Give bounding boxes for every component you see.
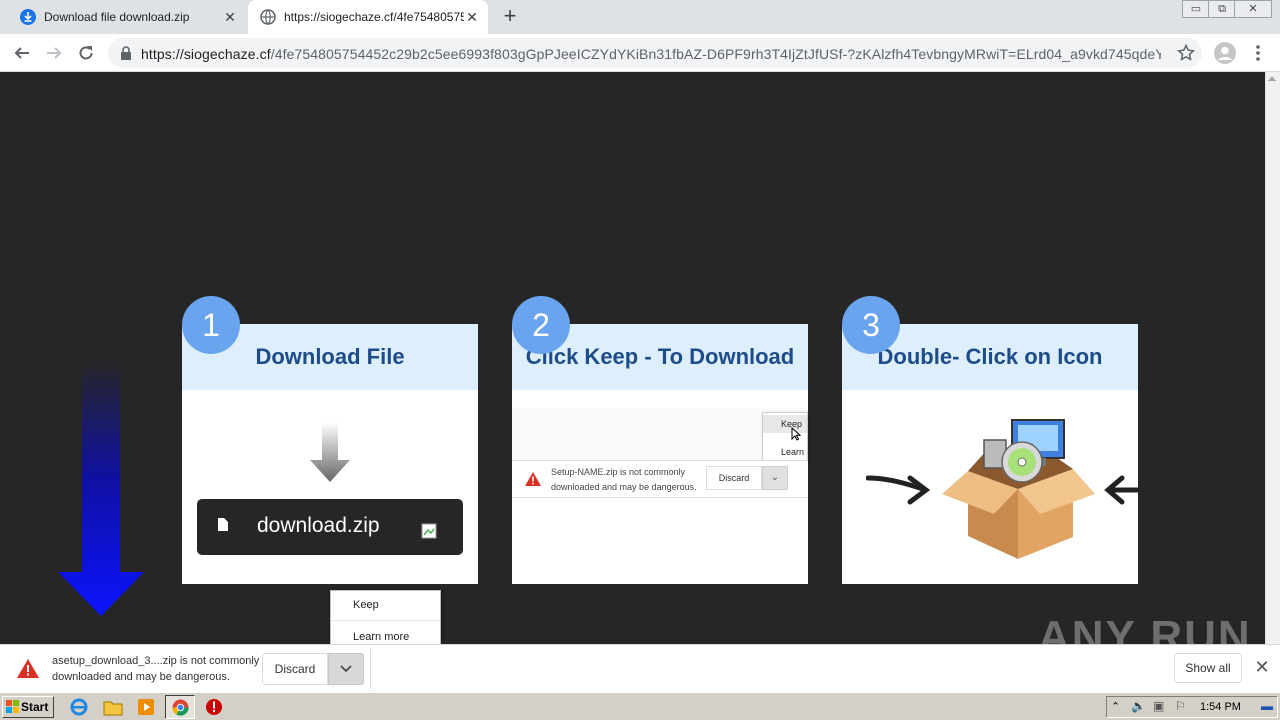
address-bar[interactable]: https://siogechaze.cf/4fe754805754452c29… (108, 38, 1202, 68)
download-warning-text: asetup_download_3....zip is not commonly… (52, 653, 262, 685)
forward-button[interactable] (42, 41, 66, 65)
scroll-up-arrow-icon[interactable] (1268, 76, 1276, 81)
show-all-button[interactable]: Show all (1174, 653, 1242, 683)
download-arrow-icon (310, 422, 350, 482)
kebab-menu-icon (1256, 45, 1260, 61)
tab-title: Download file download.zip (44, 10, 190, 24)
bookmark-star-button[interactable] (1174, 41, 1198, 65)
close-download-shelf-icon[interactable]: ✕ (1252, 657, 1272, 677)
stop-sign-icon[interactable] (203, 697, 225, 717)
installer-box-icon (942, 419, 1095, 559)
tab-title: https://siogechaze.cf/4fe754805754452 (284, 10, 464, 24)
tab-siogechaze[interactable]: https://siogechaze.cf/4fe754805754452 ✕ (248, 0, 488, 34)
left-pointing-arrow-icon (1104, 475, 1138, 505)
tray-expand-icon[interactable]: ⌃ (1111, 700, 1120, 713)
download-file-label: download.zip (257, 514, 380, 537)
menu-divider (331, 620, 440, 621)
step-card-double-click: Double- Click on Icon (842, 324, 1138, 584)
menu-button[interactable] (1246, 41, 1270, 65)
media-player-icon[interactable] (135, 697, 157, 717)
mini-discard-button: Discard (706, 466, 762, 490)
globe-icon (260, 9, 276, 25)
divider (370, 649, 371, 689)
tab-download-file[interactable]: Download file download.zip ✕ (8, 0, 246, 34)
back-button[interactable] (10, 41, 34, 65)
tab-strip: Download file download.zip ✕ https://sio… (0, 0, 1280, 34)
close-tab-icon[interactable]: ✕ (464, 9, 480, 25)
lock-icon (121, 46, 131, 60)
step-card-download-file: Download File download.zip (182, 324, 478, 584)
internet-explorer-icon[interactable] (68, 697, 90, 717)
warning-line-1: asetup_download_3....zip is not commonly (52, 655, 260, 667)
forward-arrow-icon (47, 47, 62, 59)
broken-image-icon (421, 523, 437, 539)
download-options-button[interactable] (328, 653, 364, 685)
download-shelf: asetup_download_3....zip is not commonly… (0, 644, 1280, 692)
new-tab-button[interactable]: + (498, 5, 522, 29)
avatar-icon (1214, 42, 1236, 64)
step-card-click-keep: Click Keep - To Download Keep Learn m Se… (512, 324, 808, 584)
right-pointing-arrow-icon (866, 475, 930, 505)
chrome-taskbar-button[interactable] (165, 695, 195, 719)
back-arrow-icon (14, 47, 29, 59)
windows-logo-icon (6, 700, 19, 713)
step-number-badge: 3 (842, 296, 900, 354)
url-path: /4fe754805754452c29b2c5ee6993f803gGpPJee… (270, 46, 1161, 62)
cursor-icon (791, 427, 801, 441)
star-icon (1177, 44, 1195, 61)
warning-triangle-icon (17, 659, 39, 678)
download-file-button[interactable]: download.zip (197, 499, 463, 555)
mini-context-menu: Keep Learn m (762, 412, 808, 462)
warning-line-2: downloaded and may be dangerous. (52, 671, 230, 683)
down-arrow-icon (58, 362, 144, 616)
start-label: Start (21, 700, 49, 714)
download-context-menu: Keep Learn more (330, 590, 441, 650)
step-number-badge: 2 (512, 296, 570, 354)
url-text: https://siogechaze.cf/4fe754805754452c29… (141, 46, 1161, 62)
mini-warning-text: Setup-NAME.zip is not commonly downloade… (551, 467, 697, 492)
url-host: https://siogechaze.cf (141, 46, 271, 62)
system-tray: ⌃ 🔈 ▣ ⚐ ▬ (1106, 696, 1278, 718)
warning-triangle-icon (525, 472, 541, 486)
windows-taskbar: Start ⌃ 🔈 ▣ ⚐ ▬ 1:54 PM (0, 692, 1280, 720)
page-scrollbar[interactable] (1265, 72, 1280, 644)
step-number-badge: 1 (182, 296, 240, 354)
taskbar-clock[interactable]: 1:54 PM (1200, 701, 1241, 713)
profile-button[interactable] (1213, 41, 1237, 65)
reload-icon (79, 46, 93, 60)
chrome-icon (172, 699, 189, 716)
show-desktop-icon[interactable]: ▬ (1261, 699, 1273, 713)
mini-download-bar: Setup-NAME.zip is not commonly downloade… (512, 460, 808, 498)
discard-button[interactable]: Discard (262, 653, 328, 685)
close-tab-icon[interactable]: ✕ (222, 9, 238, 25)
action-center-flag-icon[interactable]: ⚐ (1175, 699, 1186, 713)
download-icon (20, 9, 36, 25)
minimize-button[interactable]: ▭ (1182, 0, 1210, 18)
web-page: Download File download.zip 1 Click Keep … (0, 72, 1265, 644)
file-explorer-icon[interactable] (102, 697, 124, 717)
close-window-button[interactable]: ✕ (1234, 0, 1272, 18)
chevron-down-icon (340, 665, 352, 673)
maximize-button[interactable]: ⧉ (1208, 0, 1236, 18)
volume-icon[interactable]: 🔈 (1131, 699, 1146, 713)
browser-toolbar: https://siogechaze.cf/4fe754805754452c29… (0, 34, 1280, 72)
mini-learn-item: Learn m (781, 447, 807, 457)
file-icon (218, 518, 228, 531)
network-icon[interactable]: ▣ (1153, 699, 1164, 713)
start-button[interactable]: Start (2, 696, 54, 718)
screenshot-illustration: Keep Learn m Setup-NAME.zip is not commo… (512, 408, 808, 498)
reload-button[interactable] (74, 41, 98, 65)
mini-chevron-icon: ⌄ (762, 466, 788, 490)
keep-menu-item[interactable]: Keep (331, 591, 440, 619)
